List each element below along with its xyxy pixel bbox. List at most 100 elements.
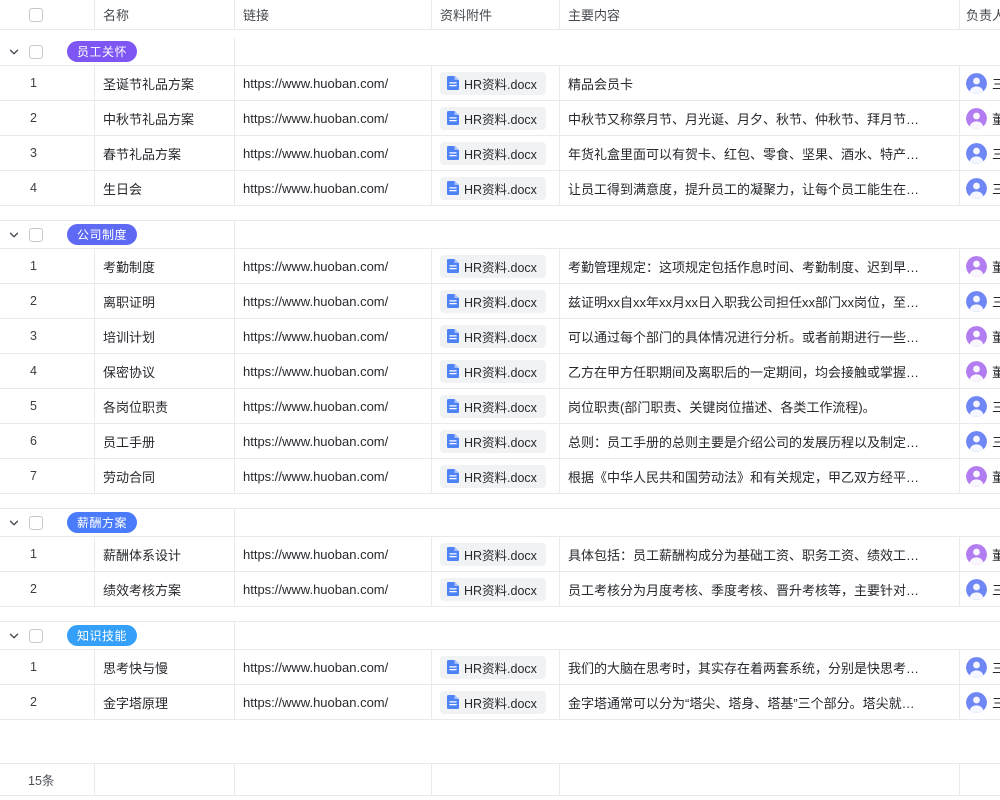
attachment-chip[interactable]: HR资料.docx <box>440 325 546 348</box>
name-text: 中秋节礼品方案 <box>103 109 194 128</box>
attachment-chip[interactable]: HR资料.docx <box>440 255 546 278</box>
name-cell[interactable]: 绩效考核方案 <box>95 572 235 606</box>
group-select-checkbox[interactable] <box>29 228 43 242</box>
link-cell[interactable]: https://www.huoban.com/ <box>235 572 432 606</box>
link-cell[interactable]: https://www.huoban.com/ <box>235 171 432 205</box>
content-cell[interactable]: 金字塔通常可以分为“塔尖、塔身、塔基”三个部分。塔尖就… <box>560 685 960 719</box>
link-cell[interactable]: https://www.huoban.com/ <box>235 319 432 353</box>
name-cell[interactable]: 中秋节礼品方案 <box>95 101 235 135</box>
content-cell[interactable]: 中秋节又称祭月节、月光诞、月夕、秋节、仲秋节、拜月节… <box>560 101 960 135</box>
owner-cell[interactable]: 董 <box>960 537 1000 571</box>
collapse-group-icon[interactable] <box>8 517 20 529</box>
name-cell[interactable]: 春节礼品方案 <box>95 136 235 170</box>
attachment-chip[interactable]: HR资料.docx <box>440 290 546 313</box>
collapse-group-icon[interactable] <box>8 229 20 241</box>
attachment-chip[interactable]: HR资料.docx <box>440 142 546 165</box>
content-cell[interactable]: 精品会员卡 <box>560 66 960 100</box>
attachment-chip[interactable]: HR资料.docx <box>440 691 546 714</box>
name-cell[interactable]: 考勤制度 <box>95 249 235 283</box>
content-cell[interactable]: 根据《中华人民共和国劳动法》和有关规定，甲乙双方经平… <box>560 459 960 493</box>
owner-avatar <box>966 692 987 713</box>
name-cell[interactable]: 员工手册 <box>95 424 235 458</box>
name-cell[interactable]: 思考快与慢 <box>95 650 235 684</box>
owner-cell[interactable]: 三 <box>960 136 1000 170</box>
link-text: https://www.huoban.com/ <box>243 146 388 161</box>
group-select-checkbox[interactable] <box>29 45 43 59</box>
link-cell[interactable]: https://www.huoban.com/ <box>235 354 432 388</box>
group-name-badge[interactable]: 薪酬方案 <box>67 512 137 533</box>
attachment-chip[interactable]: HR资料.docx <box>440 465 546 488</box>
link-cell[interactable]: https://www.huoban.com/ <box>235 249 432 283</box>
owner-cell[interactable]: 三 <box>960 284 1000 318</box>
content-cell[interactable]: 乙方在甲方任职期间及离职后的一定期间，均会接触或掌握… <box>560 354 960 388</box>
owner-cell[interactable]: 三 <box>960 572 1000 606</box>
name-cell[interactable]: 离职证明 <box>95 284 235 318</box>
group-name-badge[interactable]: 知识技能 <box>67 625 137 646</box>
link-cell[interactable]: https://www.huoban.com/ <box>235 136 432 170</box>
link-cell[interactable]: https://www.huoban.com/ <box>235 650 432 684</box>
attachment-chip[interactable]: HR资料.docx <box>440 578 546 601</box>
attachment-chip[interactable]: HR资料.docx <box>440 395 546 418</box>
select-all-checkbox[interactable] <box>29 8 43 22</box>
link-cell[interactable]: https://www.huoban.com/ <box>235 101 432 135</box>
owner-cell[interactable]: 三 <box>960 171 1000 205</box>
owner-cell[interactable]: 董 <box>960 249 1000 283</box>
name-cell[interactable]: 薪酬体系设计 <box>95 537 235 571</box>
content-cell[interactable]: 年货礼盒里面可以有贺卡、红包、零食、坚果、酒水、特产… <box>560 136 960 170</box>
attachment-chip[interactable]: HR资料.docx <box>440 543 546 566</box>
owner-cell[interactable]: 三 <box>960 424 1000 458</box>
collapse-group-icon[interactable] <box>8 630 20 642</box>
group-name-badge[interactable]: 公司制度 <box>67 224 137 245</box>
content-cell[interactable]: 员工考核分为月度考核、季度考核、晋升考核等，主要针对… <box>560 572 960 606</box>
link-cell[interactable]: https://www.huoban.com/ <box>235 459 432 493</box>
owner-name: 董 <box>992 327 1000 346</box>
column-header-attachment[interactable]: 资料附件 <box>432 0 560 29</box>
name-cell[interactable]: 圣诞节礼品方案 <box>95 66 235 100</box>
owner-cell[interactable]: 董 <box>960 354 1000 388</box>
name-cell[interactable]: 培训计划 <box>95 319 235 353</box>
name-cell[interactable]: 金字塔原理 <box>95 685 235 719</box>
owner-cell[interactable]: 三 <box>960 650 1000 684</box>
link-cell[interactable]: https://www.huoban.com/ <box>235 389 432 423</box>
owner-cell[interactable]: 三 <box>960 66 1000 100</box>
owner-cell[interactable]: 董 <box>960 101 1000 135</box>
owner-cell[interactable]: 董 <box>960 319 1000 353</box>
column-header-owner[interactable]: 负责人 <box>960 0 1000 29</box>
content-cell[interactable]: 让员工得到满意度，提升员工的凝聚力，让每个员工能生在… <box>560 171 960 205</box>
row-number: 1 <box>30 660 37 674</box>
link-cell[interactable]: https://www.huoban.com/ <box>235 537 432 571</box>
content-cell[interactable]: 兹证明xx自xx年xx月xx日入职我公司担任xx部门xx岗位，至… <box>560 284 960 318</box>
word-doc-icon <box>447 547 459 561</box>
attachment-chip[interactable]: HR资料.docx <box>440 430 546 453</box>
collapse-group-icon[interactable] <box>8 46 20 58</box>
content-cell[interactable]: 我们的大脑在思考时，其实存在着两套系统，分别是快思考… <box>560 650 960 684</box>
group-name-badge[interactable]: 员工关怀 <box>67 41 137 62</box>
content-cell[interactable]: 具体包括：员工薪酬构成分为基础工资、职务工资、绩效工… <box>560 537 960 571</box>
column-header-name[interactable]: 名称 <box>95 0 235 29</box>
group-select-checkbox[interactable] <box>29 629 43 643</box>
column-header-link[interactable]: 链接 <box>235 0 432 29</box>
group-select-checkbox[interactable] <box>29 516 43 530</box>
link-cell[interactable]: https://www.huoban.com/ <box>235 284 432 318</box>
name-cell[interactable]: 保密协议 <box>95 354 235 388</box>
attachment-chip[interactable]: HR资料.docx <box>440 107 546 130</box>
link-cell[interactable]: https://www.huoban.com/ <box>235 424 432 458</box>
content-cell[interactable]: 岗位职责(部门职责、关键岗位描述、各类工作流程)。 <box>560 389 960 423</box>
owner-cell[interactable]: 董 <box>960 459 1000 493</box>
name-cell[interactable]: 劳动合同 <box>95 459 235 493</box>
link-cell[interactable]: https://www.huoban.com/ <box>235 685 432 719</box>
attachment-chip[interactable]: HR资料.docx <box>440 656 546 679</box>
owner-cell[interactable]: 三 <box>960 389 1000 423</box>
owner-cell[interactable]: 三 <box>960 685 1000 719</box>
content-cell[interactable]: 总则：员工手册的总则主要是介绍公司的发展历程以及制定… <box>560 424 960 458</box>
attachment-chip[interactable]: HR资料.docx <box>440 177 546 200</box>
column-header-content[interactable]: 主要内容 <box>560 0 960 29</box>
name-cell[interactable]: 各岗位职责 <box>95 389 235 423</box>
content-cell[interactable]: 可以通过每个部门的具体情况进行分析。或者前期进行一些… <box>560 319 960 353</box>
table-row: 5各岗位职责https://www.huoban.com/HR资料.docx岗位… <box>0 389 1000 424</box>
content-cell[interactable]: 考勤管理规定：这项规定包括作息时间、考勤制度、迟到早… <box>560 249 960 283</box>
attachment-chip[interactable]: HR资料.docx <box>440 360 546 383</box>
link-cell[interactable]: https://www.huoban.com/ <box>235 66 432 100</box>
attachment-chip[interactable]: HR资料.docx <box>440 72 546 95</box>
name-cell[interactable]: 生日会 <box>95 171 235 205</box>
